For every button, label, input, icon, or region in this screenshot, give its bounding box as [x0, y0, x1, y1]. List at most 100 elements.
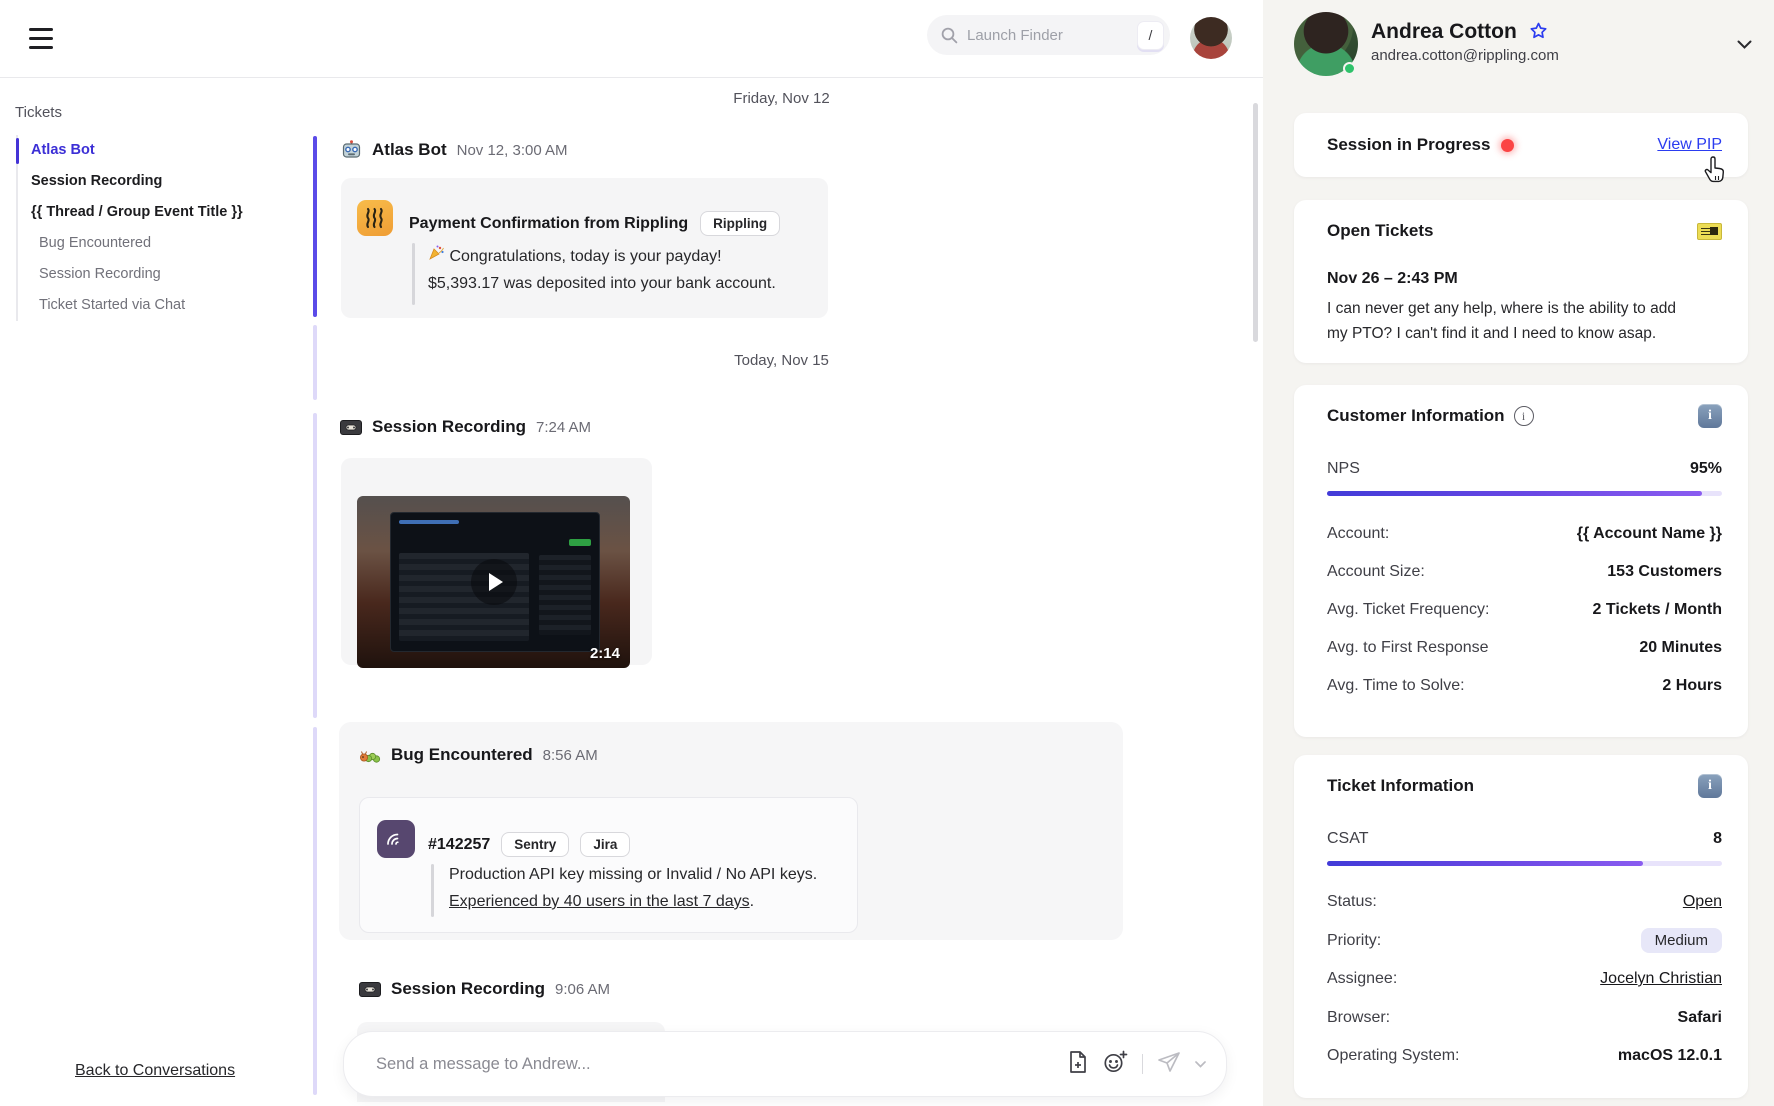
play-button[interactable]	[471, 559, 517, 605]
csat-progress-fill	[1327, 861, 1643, 866]
info-row-label: Assignee:	[1327, 970, 1397, 988]
jira-badge[interactable]: Jira	[580, 832, 630, 857]
message-header: Bug Encountered 8:56 AM	[359, 744, 598, 766]
video-thumbnail[interactable]: 2:14	[357, 496, 630, 668]
send-options-chevron-icon[interactable]	[1195, 1055, 1206, 1073]
affected-users-link[interactable]: Experienced by 40 users in the last 7 da…	[449, 893, 750, 910]
active-indicator	[16, 138, 19, 164]
info-row-label: Avg. Ticket Frequency:	[1327, 601, 1489, 619]
payment-quote: Congratulations, today is your payday! $…	[428, 243, 776, 297]
back-to-conversations-link[interactable]: Back to Conversations	[75, 1062, 235, 1080]
vhs-cassette-icon	[340, 416, 362, 438]
message-time: 7:24 AM	[536, 419, 591, 436]
nps-progress-track	[1327, 491, 1722, 496]
sender-name: Session Recording	[391, 979, 545, 999]
thread-rail	[313, 727, 317, 1095]
nav-user-avatar[interactable]	[1190, 17, 1232, 59]
online-status-dot	[1343, 62, 1356, 75]
sidebar-item-session-recording[interactable]: Session Recording	[18, 166, 266, 197]
status-open-link[interactable]: Open	[1683, 893, 1722, 911]
sidebar-item-thread-title[interactable]: {{ Thread / Group Event Title }}	[18, 197, 266, 228]
quote-bar	[431, 864, 434, 917]
customer-info-title: Customer Information	[1327, 406, 1505, 426]
info-row-label: Status:	[1327, 893, 1377, 911]
message-header: Session Recording 9:06 AM	[359, 978, 610, 1000]
nps-progress-fill	[1327, 491, 1702, 496]
customer-information-card: Customer Information i i NPS 95% Account…	[1294, 385, 1748, 737]
hamburger-menu-icon[interactable]	[29, 28, 53, 49]
rippling-badge[interactable]: Rippling	[700, 211, 780, 236]
attach-file-icon[interactable]	[1067, 1050, 1089, 1079]
session-recording-card: 2:14	[341, 458, 652, 665]
open-tickets-title: Open Tickets	[1327, 221, 1433, 241]
nps-value: 95%	[1690, 460, 1722, 478]
rippling-payment-card[interactable]: Payment Confirmation from Rippling Rippl…	[341, 178, 828, 318]
tickets-sidebar: Tickets Atlas Bot Session Recording {{ T…	[0, 78, 300, 1106]
sidebar-item-bug-encountered[interactable]: Bug Encountered	[18, 228, 266, 259]
info-row-value: 2 Tickets / Month	[1592, 601, 1722, 619]
message-header: Session Recording 7:24 AM	[340, 416, 591, 438]
message-time: 8:56 AM	[543, 747, 598, 764]
send-icon[interactable]	[1157, 1051, 1181, 1078]
session-card: Session in Progress View PIP	[1294, 113, 1748, 177]
sentry-badge[interactable]: Sentry	[501, 832, 569, 857]
info-row-label: Priority:	[1327, 932, 1381, 950]
shortcut-key: /	[1137, 21, 1164, 50]
sidebar-item-atlas-bot[interactable]: Atlas Bot	[18, 135, 266, 166]
view-pip-link[interactable]: View PIP	[1657, 136, 1722, 154]
date-divider: Friday, Nov 12	[300, 90, 1263, 107]
info-emoji-icon: i	[1698, 404, 1722, 428]
nps-label: NPS	[1327, 460, 1360, 478]
info-row-value: {{ Account Name }}	[1577, 525, 1722, 543]
top-nav: Launch Finder /	[0, 0, 1263, 78]
quote-bar	[412, 243, 415, 305]
search-icon	[941, 27, 958, 44]
sender-name: Session Recording	[372, 417, 526, 437]
customer-detail-panel: Andrea Cotton andrea.cotton@rippling.com…	[1263, 0, 1774, 1106]
thread-rail	[313, 413, 317, 718]
session-title: Session in Progress	[1327, 135, 1490, 155]
bug-ticket-id: #142257	[428, 836, 490, 854]
sidebar-item-session-recording-2[interactable]: Session Recording	[18, 259, 266, 290]
csat-label: CSAT	[1327, 830, 1368, 848]
sentry-bug-card[interactable]: #142257 Sentry Jira Production API key m…	[359, 797, 858, 933]
customer-email: andrea.cotton@rippling.com	[1371, 47, 1559, 64]
message-header: Atlas Bot Nov 12, 3:00 AM	[340, 139, 568, 161]
composer-input[interactable]	[376, 1055, 1067, 1074]
search-input[interactable]: Launch Finder /	[927, 15, 1170, 55]
thread-rail-active	[313, 136, 317, 317]
info-row-label: Browser:	[1327, 1009, 1390, 1027]
date-divider: Today, Nov 15	[300, 352, 1263, 369]
chat-thread: Friday, Nov 12 Atlas Bot Nov 12, 3:00 AM…	[300, 78, 1263, 1106]
info-row-value: Safari	[1678, 1009, 1722, 1027]
info-row-value: 153 Customers	[1607, 563, 1722, 581]
caterpillar-icon	[359, 744, 381, 766]
add-emoji-icon[interactable]	[1103, 1050, 1128, 1079]
csat-value: 8	[1713, 830, 1722, 848]
chat-scrollbar[interactable]	[1253, 103, 1258, 342]
recording-dot	[1501, 139, 1514, 152]
csat-progress-track	[1327, 861, 1722, 866]
priority-badge[interactable]: Medium	[1641, 928, 1722, 953]
info-row-value: 2 Hours	[1662, 677, 1722, 695]
customer-name: Andrea Cotton	[1371, 20, 1548, 44]
thread-group: Bug Encountered 8:56 AM #142257 Sentry J…	[339, 722, 1123, 940]
assignee-link[interactable]: Jocelyn Christian	[1600, 970, 1722, 988]
sidebar-section-label: Tickets	[15, 104, 62, 121]
info-row-label: Account:	[1327, 525, 1389, 543]
message-composer[interactable]	[343, 1031, 1227, 1097]
sentry-logo-icon	[377, 820, 415, 858]
collapse-panel-chevron-icon[interactable]	[1737, 40, 1752, 50]
payment-card-title: Payment Confirmation from Rippling	[409, 215, 688, 233]
info-circle-icon[interactable]: i	[1514, 406, 1534, 426]
star-icon[interactable]	[1529, 22, 1548, 40]
info-row-label: Operating System:	[1327, 1047, 1460, 1065]
ticket-timestamp: Nov 26 – 2:43 PM	[1327, 270, 1722, 288]
bug-quote: Production API key missing or Invalid / …	[449, 861, 817, 915]
vhs-cassette-icon	[359, 978, 381, 1000]
info-row-label: Avg. Time to Solve:	[1327, 677, 1465, 695]
sidebar-item-ticket-started[interactable]: Ticket Started via Chat	[18, 290, 266, 321]
ticket-list: Atlas Bot Session Recording {{ Thread / …	[16, 135, 266, 321]
ticket-icon	[1697, 223, 1722, 240]
hand-cursor-icon	[1701, 156, 1728, 186]
